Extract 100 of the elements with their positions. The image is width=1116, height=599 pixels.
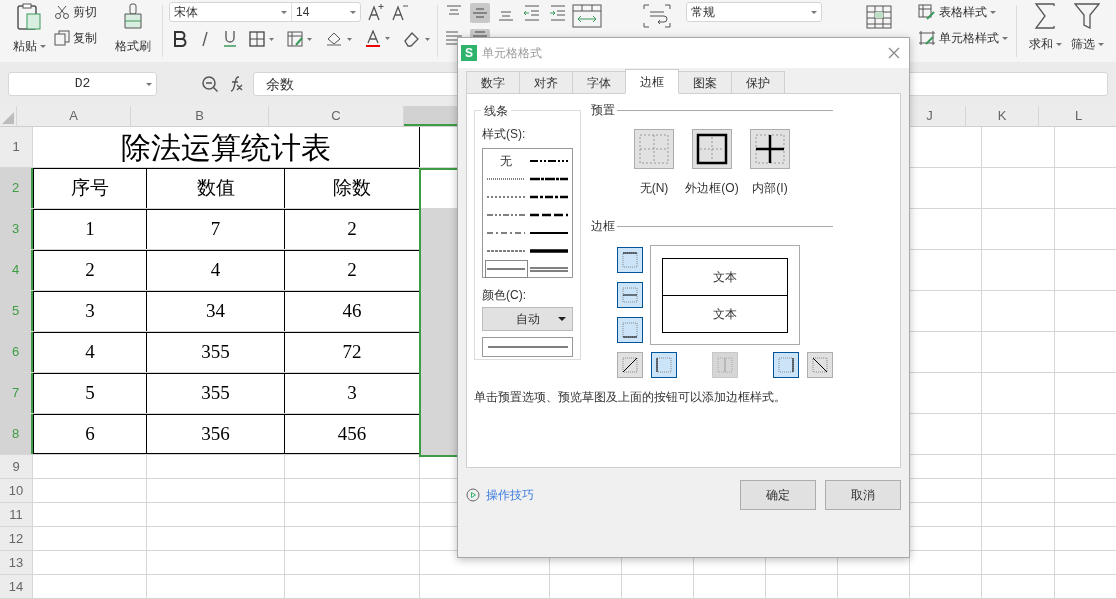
column-header[interactable]: A xyxy=(17,106,131,126)
row-header[interactable]: 11 xyxy=(0,503,33,526)
line-sample xyxy=(487,249,526,253)
ribbon-button[interactable]: 求和 xyxy=(1028,35,1062,53)
row-header[interactable]: 9 xyxy=(0,455,33,478)
cancel-button[interactable]: 取消 xyxy=(825,480,901,510)
borders-icon[interactable] xyxy=(249,30,275,47)
line-sample xyxy=(529,213,568,217)
ok-button[interactable]: 确定 xyxy=(740,480,816,510)
tips-link[interactable]: 操作技巧 xyxy=(466,486,534,504)
table-cell: 46 xyxy=(285,291,420,331)
border-toggle-button[interactable] xyxy=(617,317,643,343)
row-header[interactable]: 12 xyxy=(0,527,33,550)
preset-label: 无(N) xyxy=(639,180,669,197)
caret-icon[interactable] xyxy=(990,10,996,14)
tab[interactable]: 数字 xyxy=(466,71,520,94)
table-cell: 355 xyxy=(147,332,285,372)
table-cell: 355 xyxy=(147,373,285,413)
tab[interactable]: 字体 xyxy=(572,71,626,94)
color-dropdown[interactable]: 自动 xyxy=(482,307,573,331)
caret-icon[interactable] xyxy=(811,10,817,14)
tab[interactable]: 边框 xyxy=(625,69,679,94)
table-cell: 34 xyxy=(147,291,285,331)
table-style-button[interactable]: 表格样式 xyxy=(918,3,1008,21)
column-header[interactable]: K xyxy=(966,106,1039,126)
cell-format-icon[interactable] xyxy=(287,30,313,47)
tab[interactable]: 对齐 xyxy=(519,71,573,94)
column-header[interactable]: L xyxy=(1039,106,1116,126)
line-sample xyxy=(529,195,568,199)
decrease-indent-icon[interactable] xyxy=(522,4,542,22)
caret-icon[interactable] xyxy=(146,82,152,86)
line-sample xyxy=(487,195,526,199)
row-header[interactable]: 14 xyxy=(0,575,33,598)
sum-icon[interactable] xyxy=(1034,3,1056,29)
font-color-icon[interactable] xyxy=(365,30,391,47)
bold-icon[interactable] xyxy=(173,30,187,47)
group-title: 线条 xyxy=(481,102,511,120)
wrap-text-icon[interactable] xyxy=(642,4,672,28)
align-middle-icon[interactable] xyxy=(470,3,490,23)
field-label: 样式(S): xyxy=(482,126,527,143)
eraser-icon[interactable] xyxy=(403,30,431,47)
name-box[interactable]: D2 xyxy=(8,72,157,96)
line-sample xyxy=(529,159,568,163)
brush-icon[interactable] xyxy=(122,3,144,31)
copy-icon xyxy=(54,30,70,46)
conditional-format-icon[interactable] xyxy=(866,5,892,29)
line-sample xyxy=(487,177,526,181)
italic-icon[interactable] xyxy=(199,30,211,47)
caret-icon[interactable] xyxy=(1002,36,1008,40)
cell-style-button[interactable]: 单元格样式 xyxy=(918,29,1008,47)
cell-style-icon xyxy=(918,30,936,46)
shrink-font-icon[interactable] xyxy=(391,3,409,21)
clipboard-icon[interactable] xyxy=(16,3,42,31)
table-title: 除法运算统计表 xyxy=(33,127,420,167)
scissors-icon xyxy=(54,4,70,20)
cut-button[interactable]: 剪切 xyxy=(54,3,106,21)
caret-icon[interactable] xyxy=(1055,42,1062,46)
caret-icon[interactable] xyxy=(1097,42,1104,46)
table-cell: 2 xyxy=(33,250,147,290)
border-preview[interactable]: 文本 文本 xyxy=(650,245,800,345)
row-header[interactable]: 10 xyxy=(0,479,33,502)
zoom-icon[interactable] xyxy=(201,75,219,93)
preset-button[interactable] xyxy=(692,129,732,169)
border-toggle-button[interactable] xyxy=(807,352,833,378)
number-format-field[interactable]: 常规 xyxy=(686,2,822,22)
line-style-list[interactable]: 无 xyxy=(482,148,573,278)
column-header[interactable]: B xyxy=(131,106,269,126)
table-cell: 356 xyxy=(147,414,285,454)
line-style-option[interactable]: 无 xyxy=(485,152,528,170)
row-header[interactable]: 1 xyxy=(0,127,33,167)
border-toggle-button[interactable] xyxy=(617,247,643,273)
merge-center-icon[interactable] xyxy=(572,4,602,28)
preset-label: 内部(I) xyxy=(752,180,788,197)
row-header[interactable]: 13 xyxy=(0,551,33,574)
table-cell: 2 xyxy=(285,250,420,290)
table-cell: 72 xyxy=(285,332,420,372)
table-cell: 3 xyxy=(33,291,147,331)
align-left-icon[interactable] xyxy=(444,29,464,47)
increase-indent-icon[interactable] xyxy=(548,4,568,22)
caret-icon[interactable] xyxy=(39,44,46,48)
fill-color-icon[interactable] xyxy=(325,30,353,47)
copy-button[interactable]: 复制 xyxy=(54,29,106,47)
preview-text: 文本 xyxy=(663,294,787,332)
border-toggle-button[interactable] xyxy=(773,352,799,378)
tab[interactable]: 保护 xyxy=(731,71,785,94)
table-cell: 3 xyxy=(285,373,420,413)
column-heading: 数值 xyxy=(147,168,285,208)
close-icon[interactable] xyxy=(888,47,900,59)
underline-icon[interactable] xyxy=(223,30,237,47)
grow-font-icon[interactable] xyxy=(367,3,385,21)
border-toggle-button[interactable] xyxy=(617,352,643,378)
table-cell: 5 xyxy=(33,373,147,413)
line-sample xyxy=(529,177,568,181)
ribbon-button[interactable]: 粘贴 xyxy=(12,37,46,55)
ribbon-button[interactable]: 格式刷 xyxy=(115,37,151,55)
border-toggle-button[interactable] xyxy=(651,352,677,378)
preset-button[interactable] xyxy=(750,129,790,169)
filter-icon[interactable] xyxy=(1074,3,1100,29)
border-toggle-button[interactable] xyxy=(617,282,643,308)
ribbon-button[interactable]: 筛选 xyxy=(1070,35,1104,53)
